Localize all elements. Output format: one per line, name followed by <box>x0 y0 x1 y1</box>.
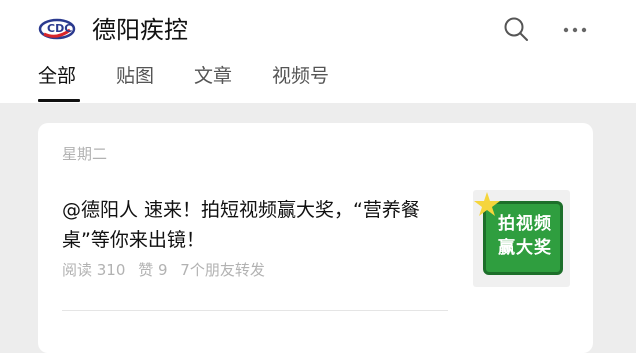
svg-text:CDC: CDC <box>47 22 72 35</box>
thumbnail-text: 拍视频赢大奖 <box>498 214 552 258</box>
tab-channels[interactable]: 视频号 <box>272 62 329 90</box>
article-item[interactable]: @德阳人 速来！拍短视频赢大奖，“营养餐桌”等你来出镜！ 阅读 310 赞 9 … <box>38 183 593 313</box>
tab-articles[interactable]: 文章 <box>194 62 232 90</box>
article-meta: 阅读 310 赞 9 7个朋友转发 <box>62 259 273 280</box>
article-title[interactable]: @德阳人 速来！拍短视频赢大奖，“营养餐桌”等你来出镜！ <box>62 195 442 255</box>
more-icon[interactable] <box>562 22 588 36</box>
article-thumbnail[interactable]: 拍视频赢大奖 <box>473 190 570 287</box>
dycdc-logo-icon: CDC <box>38 14 76 42</box>
friend-share-count: 7个朋友转发 <box>180 261 265 279</box>
profile-header: CDC 德阳疾控 全部 贴图 文章 视频号 <box>0 0 636 103</box>
like-count: 赞 9 <box>138 261 168 279</box>
article-divider <box>62 310 448 311</box>
sparkle-icon <box>473 190 503 218</box>
active-tab-indicator <box>38 99 80 102</box>
tab-posts[interactable]: 贴图 <box>116 62 154 90</box>
feed-card: 星期二 @德阳人 速来！拍短视频赢大奖，“营养餐桌”等你来出镜！ 阅读 310 … <box>38 123 593 353</box>
read-count: 阅读 310 <box>62 261 126 279</box>
search-icon[interactable] <box>503 16 529 42</box>
account-name: 德阳疾控 <box>92 16 188 44</box>
tab-all[interactable]: 全部 <box>38 62 76 90</box>
day-label: 星期二 <box>62 145 108 163</box>
